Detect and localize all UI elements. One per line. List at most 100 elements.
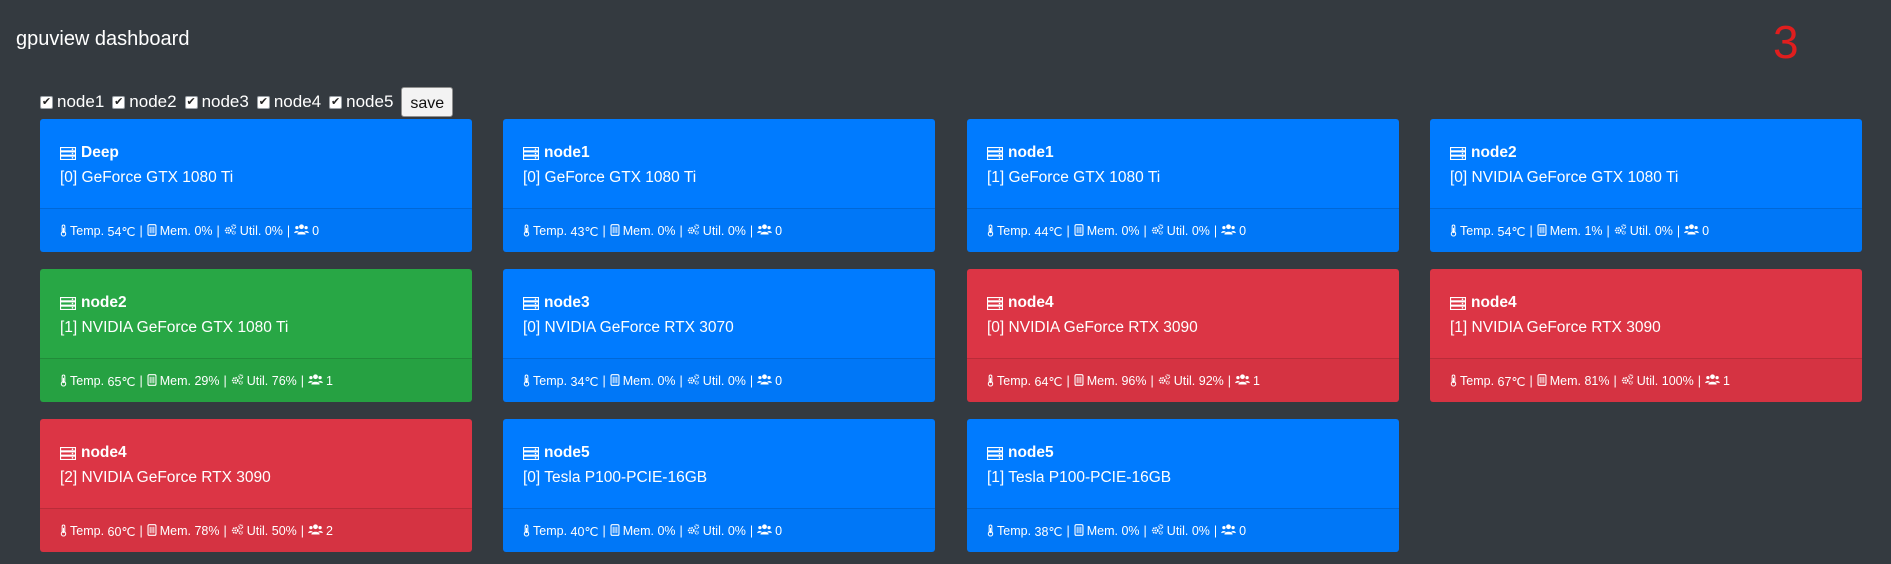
mem-label: Mem.	[159, 224, 191, 238]
host-name: Deep	[81, 144, 119, 161]
gpu-card-title: node2	[59, 293, 452, 313]
separator: |	[223, 524, 227, 538]
temp-value: 44℃	[1034, 225, 1063, 239]
thermometer-icon	[523, 524, 530, 540]
gpu-card-title: node3	[522, 293, 915, 313]
util-value: 100%	[1661, 374, 1694, 388]
util-value: 0%	[1654, 224, 1673, 238]
util-value: 0%	[727, 524, 746, 538]
temp-value: 54℃	[107, 225, 136, 239]
memory-icon	[610, 374, 620, 389]
temp-label: Temp.	[70, 374, 105, 388]
users-icon	[1221, 224, 1236, 238]
user-count: 0	[1239, 524, 1247, 538]
dashboard-page: gpuview dashboard 3 ✔ node1 ✔ node2 ✔ no…	[0, 0, 1891, 564]
mem-value: 29%	[194, 374, 220, 388]
separator: |	[286, 224, 291, 238]
cogs-icon	[1151, 224, 1164, 238]
mem-label: Mem.	[1086, 524, 1118, 538]
separator: |	[1150, 374, 1154, 388]
separator: |	[679, 224, 683, 238]
gpu-name: [0] GeForce GTX 1080 Ti	[523, 169, 697, 186]
separator: |	[216, 224, 220, 238]
user-count: 2	[326, 524, 333, 538]
host-name: node4	[1008, 294, 1054, 311]
gpu-card-body: node4 [1] NVIDIA GeForce RTX 3090	[1430, 269, 1862, 358]
users-icon	[308, 524, 323, 538]
util-label: Util.	[1166, 524, 1189, 538]
gpu-card[interactable]: node5 [0] Tesla P100-PCIE-16GB Temp. 40℃ | M…	[503, 419, 935, 552]
temp-label: Temp.	[1460, 374, 1495, 388]
memory-icon	[1074, 224, 1084, 239]
gpu-card-body: node1 [0] GeForce GTX 1080 Ti	[503, 119, 935, 208]
separator: |	[1213, 524, 1218, 538]
user-count: 1	[1723, 374, 1730, 388]
gpu-card[interactable]: node2 [1] NVIDIA GeForce GTX 1080 Ti Temp.…	[40, 269, 472, 402]
temp-value: 60℃	[107, 525, 136, 539]
gpu-card[interactable]: node1 [0] GeForce GTX 1080 Ti Temp. 43℃ | Me…	[503, 119, 935, 252]
util-label: Util.	[702, 374, 725, 388]
mem-label: Mem.	[622, 224, 654, 238]
separator: |	[1066, 374, 1070, 388]
separator: |	[139, 524, 143, 538]
users-icon	[294, 224, 309, 238]
separator: |	[223, 374, 227, 388]
cogs-icon	[231, 524, 244, 538]
gpu-name: [0] Tesla P100-PCIE-16GB	[523, 469, 708, 486]
separator: |	[602, 374, 606, 388]
util-label: Util.	[702, 524, 725, 538]
server-icon	[59, 446, 77, 460]
cogs-icon	[1151, 524, 1164, 538]
gpu-card[interactable]: node5 [1] Tesla P100-PCIE-16GB Temp. 38℃ | M…	[967, 419, 1399, 552]
gpu-name: [0] NVIDIA GeForce RTX 3090	[987, 319, 1198, 336]
server-icon	[986, 446, 1004, 460]
mem-value: 0%	[657, 224, 676, 238]
cogs-icon	[687, 524, 700, 538]
mem-value: 0%	[1121, 224, 1140, 238]
thermometer-icon	[60, 224, 67, 240]
gpu-card[interactable]: node4 [2] NVIDIA GeForce RTX 3090 Temp. 60…	[40, 419, 472, 552]
mem-value: 0%	[194, 224, 213, 238]
user-count: 0	[775, 224, 783, 238]
separator: |	[1529, 224, 1533, 238]
memory-icon	[1537, 224, 1547, 239]
gpu-card-footer: Temp. 67℃ | Mem. 81% | Util. 100% | 1	[1430, 358, 1862, 402]
separator: |	[1213, 224, 1218, 238]
thermometer-icon	[1450, 224, 1457, 240]
separator: |	[1676, 224, 1681, 238]
separator: |	[679, 524, 683, 538]
mem-value: 78%	[194, 524, 220, 538]
gpu-card[interactable]: Deep [0] GeForce GTX 1080 Ti Temp. 54℃ | Mem…	[40, 119, 472, 252]
temp-value: 67℃	[1497, 375, 1526, 389]
gpu-card[interactable]: node1 [1] GeForce GTX 1080 Ti Temp. 44℃ | Me…	[967, 119, 1399, 252]
separator: |	[1613, 374, 1617, 388]
util-value: 0%	[727, 374, 746, 388]
gpu-card[interactable]: node2 [0] NVIDIA GeForce GTX 1080 Ti Temp.…	[1430, 119, 1862, 252]
gpu-name: [0] NVIDIA GeForce GTX 1080 Ti	[1450, 169, 1679, 186]
thermometer-icon	[987, 374, 994, 390]
temp-label: Temp.	[997, 524, 1032, 538]
util-label: Util.	[246, 524, 269, 538]
gpu-card[interactable]: node3 [0] NVIDIA GeForce RTX 3070 Temp. 34…	[503, 269, 935, 402]
gpu-name: [0] GeForce GTX 1080 Ti	[60, 169, 234, 186]
util-value: 0%	[1191, 524, 1210, 538]
host-name: node4	[1471, 294, 1517, 311]
gpu-card-footer: Temp. 40℃ | Mem. 0% | Util. 0% | 0	[503, 508, 935, 552]
host-name: node5	[1008, 444, 1054, 461]
gpu-card-title: node5	[986, 443, 1379, 463]
host-name: node3	[544, 294, 590, 311]
host-name: node1	[1008, 144, 1054, 161]
thermometer-icon	[987, 224, 994, 240]
users-icon	[757, 224, 772, 238]
gpu-card-title: node1	[986, 143, 1379, 163]
gpu-card-footer: Temp. 38℃ | Mem. 0% | Util. 0% | 0	[967, 508, 1399, 552]
mem-label: Mem.	[159, 524, 191, 538]
gpu-card[interactable]: node4 [1] NVIDIA GeForce RTX 3090 Temp. 67…	[1430, 269, 1862, 402]
separator: |	[1143, 524, 1147, 538]
host-name: node2	[81, 294, 127, 311]
separator: |	[1529, 374, 1533, 388]
separator: |	[1606, 224, 1610, 238]
gpu-card[interactable]: node4 [0] NVIDIA GeForce RTX 3090 Temp. 64…	[967, 269, 1399, 402]
gpu-card-grid: Deep [0] GeForce GTX 1080 Ti Temp. 54℃ | Mem…	[0, 0, 1891, 564]
temp-value: 54℃	[1497, 225, 1526, 239]
